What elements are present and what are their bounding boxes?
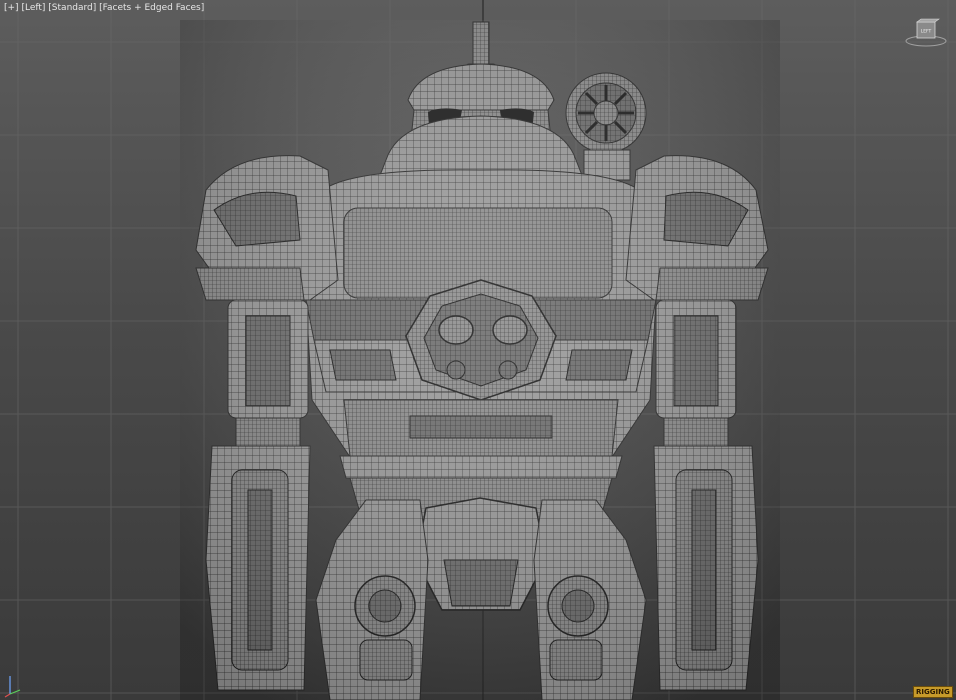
viewport-menu-button[interactable]: [+] bbox=[4, 3, 19, 13]
viewcube-face-label: LEFT bbox=[921, 29, 932, 35]
viewport-left[interactable]: [+] [Left] [Standard] [Facets + Edged Fa… bbox=[0, 0, 956, 700]
robot-mesh[interactable] bbox=[0, 0, 956, 700]
arm-left bbox=[625, 155, 769, 691]
viewport-label: [+] [Left] [Standard] [Facets + Edged Fa… bbox=[4, 3, 204, 13]
leg-left bbox=[533, 499, 647, 700]
shading-preset-menu[interactable]: [Standard] bbox=[48, 3, 96, 13]
axis-tripod-icon bbox=[4, 676, 21, 698]
display-mode-menu[interactable]: [Facets + Edged Faces] bbox=[99, 3, 204, 13]
leg-right bbox=[315, 499, 429, 700]
status-badge: RIGGING bbox=[913, 686, 953, 698]
viewcube-icon[interactable]: LEFT bbox=[904, 16, 948, 48]
point-of-view-menu[interactable]: [Left] bbox=[21, 3, 45, 13]
arm-right bbox=[195, 155, 339, 691]
